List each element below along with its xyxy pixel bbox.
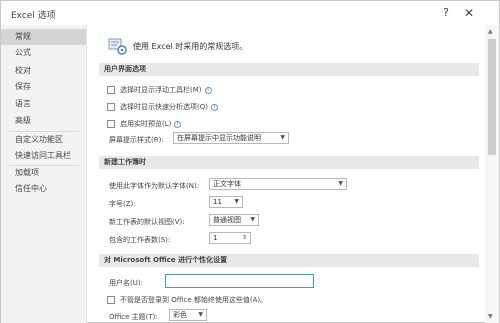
section-header-ui-options: 用户界面选项 — [99, 63, 479, 76]
office-theme-value: 彩色 — [173, 311, 187, 319]
sidebar-item-add-ins[interactable]: 加载项 — [1, 165, 86, 181]
options-content: 使用 Excel 时采用的常规选项。 用户界面选项 选择时显示浮动工具栏(M) … — [93, 25, 485, 323]
section-header-personalize: 对 Microsoft Office 进行个性化设置 — [99, 254, 479, 267]
font-size-value: 11 — [213, 198, 222, 206]
screentip-style-select[interactable]: 在屏幕提示中显示功能说明 ▼ — [173, 132, 289, 144]
default-font-value: 正文字体 — [213, 180, 241, 188]
options-settings-icon — [108, 38, 127, 55]
sidebar-item-advanced[interactable]: 高级 — [1, 113, 86, 129]
dialog-title: Excel 选项 — [11, 11, 56, 21]
always-use-checkbox[interactable] — [107, 296, 115, 304]
section-header-new-workbook: 新建工作簿时 — [99, 156, 479, 169]
default-view-select[interactable]: 普通视图 ▼ — [209, 214, 259, 226]
title-bar: Excel 选项 ? ✕ — [1, 1, 499, 25]
vertical-scrollbar[interactable]: ▲ ▼ — [485, 25, 499, 323]
info-icon: i — [210, 103, 218, 111]
office-theme-label: Office 主题(T): — [109, 313, 158, 321]
info-icon: i — [174, 120, 182, 128]
sidebar-item-save[interactable]: 保存 — [1, 79, 86, 95]
live-preview-checkbox[interactable] — [107, 120, 115, 128]
office-theme-select[interactable]: 彩色 ▼ — [169, 309, 207, 321]
always-use-label: 不管是否登录到 Office 都始终使用这些值(A)。 — [120, 296, 268, 304]
mini-toolbar-label: 选择时显示浮动工具栏(M) — [120, 86, 202, 94]
default-font-label: 使用此字体作为默认字体(N): — [109, 182, 200, 190]
chevron-down-icon: ▼ — [280, 134, 285, 141]
checkbox-row-live-preview[interactable]: 启用实时预览(L) i — [107, 118, 182, 130]
sidebar-item-formulas[interactable]: 公式 — [1, 45, 86, 61]
font-size-select[interactable]: 11 ▼ — [209, 196, 243, 208]
sidebar-item-proofing[interactable]: 校对 — [1, 63, 86, 79]
quick-analysis-checkbox[interactable] — [107, 103, 115, 111]
quick-analysis-label: 选择时显示快速分析选项(Q) — [120, 103, 208, 111]
sheet-count-label: 包含的工作表数(S): — [109, 236, 171, 244]
checkbox-row-mini-toolbar[interactable]: 选择时显示浮动工具栏(M) i — [107, 84, 212, 96]
scroll-thumb[interactable] — [488, 39, 496, 155]
sidebar-item-general[interactable]: 常规 — [1, 29, 86, 45]
default-font-select[interactable]: 正文字体 ▼ — [209, 178, 347, 190]
checkbox-row-quick-analysis[interactable]: 选择时显示快速分析选项(Q) i — [107, 101, 218, 113]
excel-options-dialog: Excel 选项 ? ✕ 常规 公式 校对 保存 语言 高级 自定义功能区 快速… — [0, 0, 500, 323]
scroll-up-icon[interactable]: ▲ — [488, 28, 493, 35]
chevron-down-icon: ▼ — [234, 198, 239, 205]
sheet-count-spinner[interactable]: 1 ⇕ — [209, 232, 251, 244]
username-input[interactable] — [165, 274, 314, 288]
username-label: 用户名(U): — [109, 279, 143, 287]
options-sidebar: 常规 公式 校对 保存 语言 高级 自定义功能区 快速访问工具栏 加载项 信任中… — [1, 25, 87, 323]
scroll-down-icon[interactable]: ▼ — [488, 313, 493, 320]
sidebar-item-language[interactable]: 语言 — [1, 96, 86, 112]
font-size-label: 字号(Z): — [109, 200, 136, 208]
chevron-down-icon: ▼ — [250, 216, 255, 223]
chevron-down-icon: ▼ — [338, 180, 343, 187]
sheet-count-value: 1 — [213, 234, 218, 242]
default-view-label: 新工作表的默认视图(V): — [109, 218, 185, 226]
help-button[interactable]: ? — [438, 5, 454, 21]
sidebar-item-trust-center[interactable]: 信任中心 — [1, 181, 86, 197]
checkbox-row-always-use[interactable]: 不管是否登录到 Office 都始终使用这些值(A)。 — [107, 294, 267, 306]
sidebar-item-quick-access-toolbar[interactable]: 快速访问工具栏 — [1, 148, 86, 164]
info-icon: i — [204, 86, 212, 94]
intro-text: 使用 Excel 时采用的常规选项。 — [133, 42, 248, 51]
chevron-down-icon: ▼ — [198, 311, 203, 318]
default-view-value: 普通视图 — [213, 216, 241, 224]
live-preview-label: 启用实时预览(L) — [120, 120, 172, 128]
mini-toolbar-checkbox[interactable] — [107, 86, 115, 94]
spin-arrows-icon[interactable]: ⇕ — [242, 233, 247, 243]
screentip-style-label: 屏幕提示样式(R): — [109, 136, 164, 144]
screentip-style-value: 在屏幕提示中显示功能说明 — [177, 134, 261, 142]
close-button[interactable]: ✕ — [461, 5, 477, 21]
sidebar-item-customize-ribbon[interactable]: 自定义功能区 — [1, 132, 86, 148]
